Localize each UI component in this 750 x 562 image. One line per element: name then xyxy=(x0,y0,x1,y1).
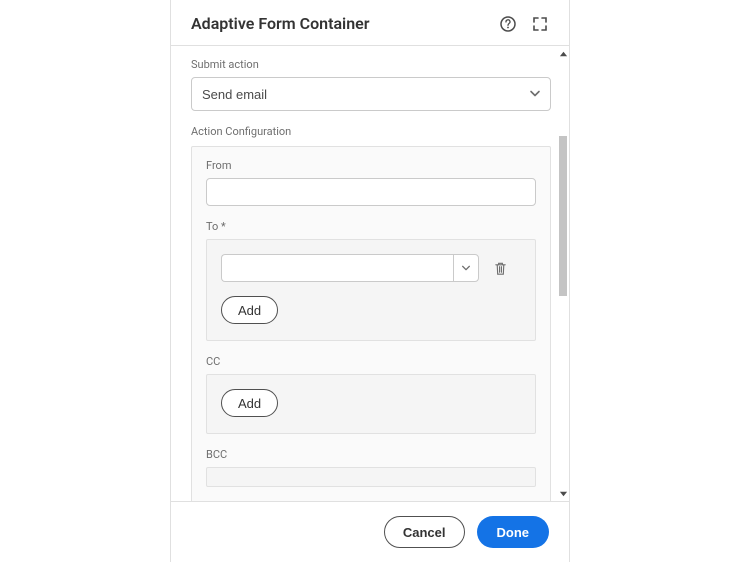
action-config-box: From To * xyxy=(191,146,551,501)
dialog-header: Adaptive Form Container xyxy=(171,0,569,46)
from-input[interactable] xyxy=(206,178,536,206)
to-combo xyxy=(221,254,479,282)
cc-add-button[interactable]: Add xyxy=(221,389,278,417)
to-group: Add xyxy=(206,239,536,341)
scroll-down-button[interactable] xyxy=(557,487,569,499)
to-label: To * xyxy=(206,220,536,233)
delete-icon[interactable] xyxy=(491,259,509,277)
to-input[interactable] xyxy=(221,254,453,282)
dialog-panel: Adaptive Form Container Submit action Se… xyxy=(170,0,570,562)
cc-group: Add xyxy=(206,374,536,434)
submit-action-select-wrap: Send email xyxy=(191,77,551,111)
header-actions xyxy=(499,15,549,33)
bcc-label: BCC xyxy=(206,448,536,461)
bcc-group xyxy=(206,467,536,487)
submit-action-selected: Send email xyxy=(202,87,267,102)
scrollbar xyxy=(557,46,569,501)
scroll-content: Submit action Send email Action Configur… xyxy=(171,46,557,501)
chevron-down-icon xyxy=(461,263,471,273)
scroll-up-button[interactable] xyxy=(557,48,569,60)
done-button[interactable]: Done xyxy=(477,516,550,548)
from-label: From xyxy=(206,159,536,172)
dialog-body: Submit action Send email Action Configur… xyxy=(171,46,569,501)
cc-label: CC xyxy=(206,355,536,368)
scroll-thumb[interactable] xyxy=(559,136,567,296)
to-add-button[interactable]: Add xyxy=(221,296,278,324)
help-icon[interactable] xyxy=(499,15,517,33)
action-config-label: Action Configuration xyxy=(191,125,551,138)
fullscreen-icon[interactable] xyxy=(531,15,549,33)
to-row xyxy=(221,254,521,282)
dialog-title: Adaptive Form Container xyxy=(191,14,499,33)
to-dropdown-toggle[interactable] xyxy=(453,254,479,282)
cancel-button[interactable]: Cancel xyxy=(384,516,465,548)
submit-action-label: Submit action xyxy=(191,58,551,71)
dialog-footer: Cancel Done xyxy=(171,501,569,562)
submit-action-select[interactable]: Send email xyxy=(191,77,551,111)
